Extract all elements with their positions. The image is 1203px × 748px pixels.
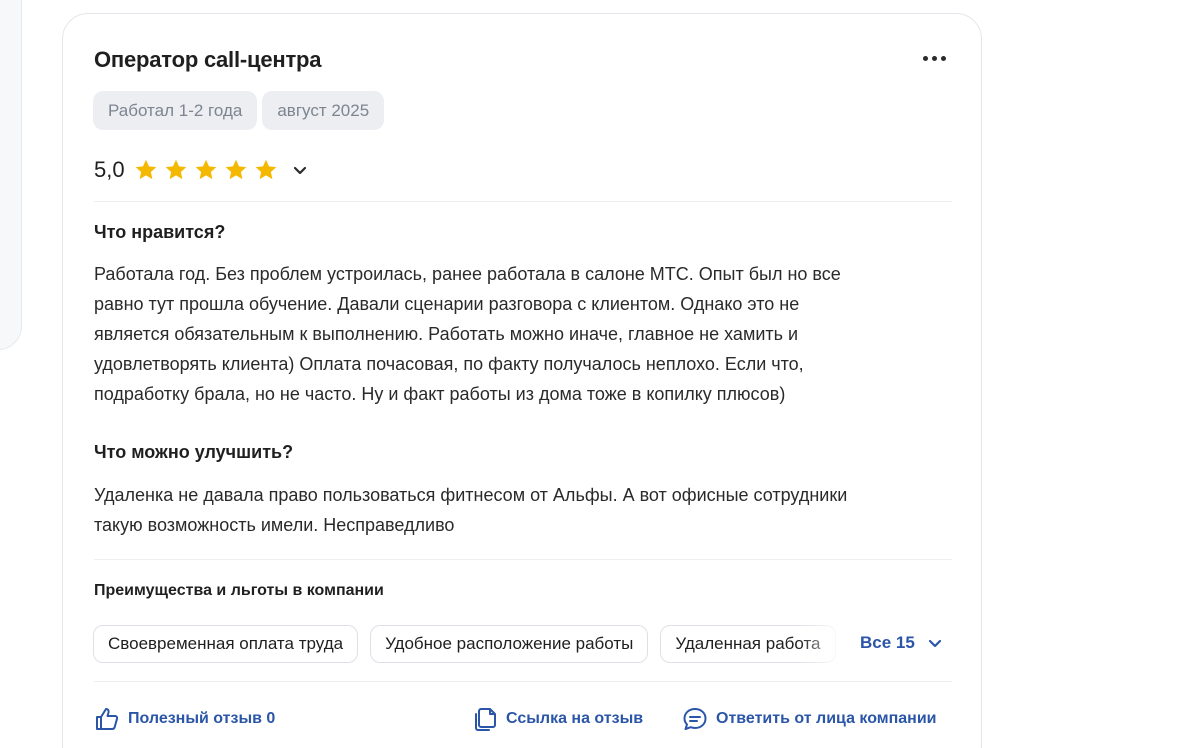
divider (94, 559, 952, 560)
show-all-benefits-button[interactable]: Все 15 (860, 633, 943, 653)
useful-review-button[interactable]: Полезный отзыв 0 (94, 704, 275, 734)
rating-row: 5,0 (94, 157, 309, 183)
reply-as-company-button[interactable]: Ответить от лица компании (682, 704, 937, 734)
review-date-chip: август 2025 (262, 91, 385, 130)
cons-line: такую возможность имели. Несправедливо (94, 515, 455, 535)
review-position-title: Оператор call-центра (94, 47, 322, 72)
more-dots-icon (922, 55, 928, 61)
expand-rating-chevron-icon[interactable] (291, 161, 309, 179)
benefits-tags: Своевременная оплата труда Удобное распо… (93, 625, 853, 665)
star-icon (255, 159, 276, 180)
show-all-label: Все 15 (860, 633, 915, 652)
rating-stars (133, 157, 279, 183)
pros-line: Работала год. Без проблем устроилась, ра… (94, 264, 841, 284)
more-options-button[interactable] (916, 44, 952, 72)
copy-icon (475, 708, 496, 731)
pros-line: удовлетворять клиента) Оплата почасовая,… (94, 354, 804, 374)
pros-line: равно тут прошла обучение. Давали сценар… (94, 294, 800, 314)
cons-text: Удаленка не давала право пользоваться фи… (94, 480, 964, 540)
benefit-tag: Своевременная оплата труда (93, 625, 359, 663)
star-icon (225, 159, 246, 180)
pros-line: является обязательным к выполнению. Рабо… (94, 324, 799, 344)
work-duration-chip: Работал 1-2 года (93, 91, 258, 130)
review-meta-chips: Работал 1-2 года август 2025 (93, 91, 385, 130)
thumbs-up-icon (96, 708, 119, 730)
star-icon (135, 159, 156, 180)
review-link-button[interactable]: Ссылка на отзыв (472, 704, 643, 734)
review-link-label: Ссылка на отзыв (506, 710, 644, 727)
chat-bubble-icon (683, 708, 707, 730)
reply-as-company-label: Ответить от лица компании (716, 710, 937, 727)
chevron-down-icon (928, 639, 941, 648)
benefit-tag: Удобное расположение работы (370, 625, 649, 663)
cons-heading: Что можно улучшить? (94, 442, 294, 462)
tags-fade (800, 625, 855, 665)
useful-review-label: Полезный отзыв 0 (128, 710, 276, 727)
rating-value: 5,0 (94, 157, 125, 182)
cons-line: Удаленка не давала право пользоваться фи… (94, 485, 848, 505)
pros-text: Работала год. Без проблем устроилась, ра… (94, 259, 964, 409)
star-icon (195, 159, 216, 180)
side-panel (0, 0, 22, 350)
divider (94, 201, 952, 202)
divider (94, 681, 952, 682)
benefits-heading: Преимущества и льготы в компании (94, 582, 384, 599)
pros-heading: Что нравится? (94, 222, 226, 242)
pros-line: подработку брала, но не часто. Ну и факт… (94, 384, 786, 404)
star-icon (165, 159, 186, 180)
